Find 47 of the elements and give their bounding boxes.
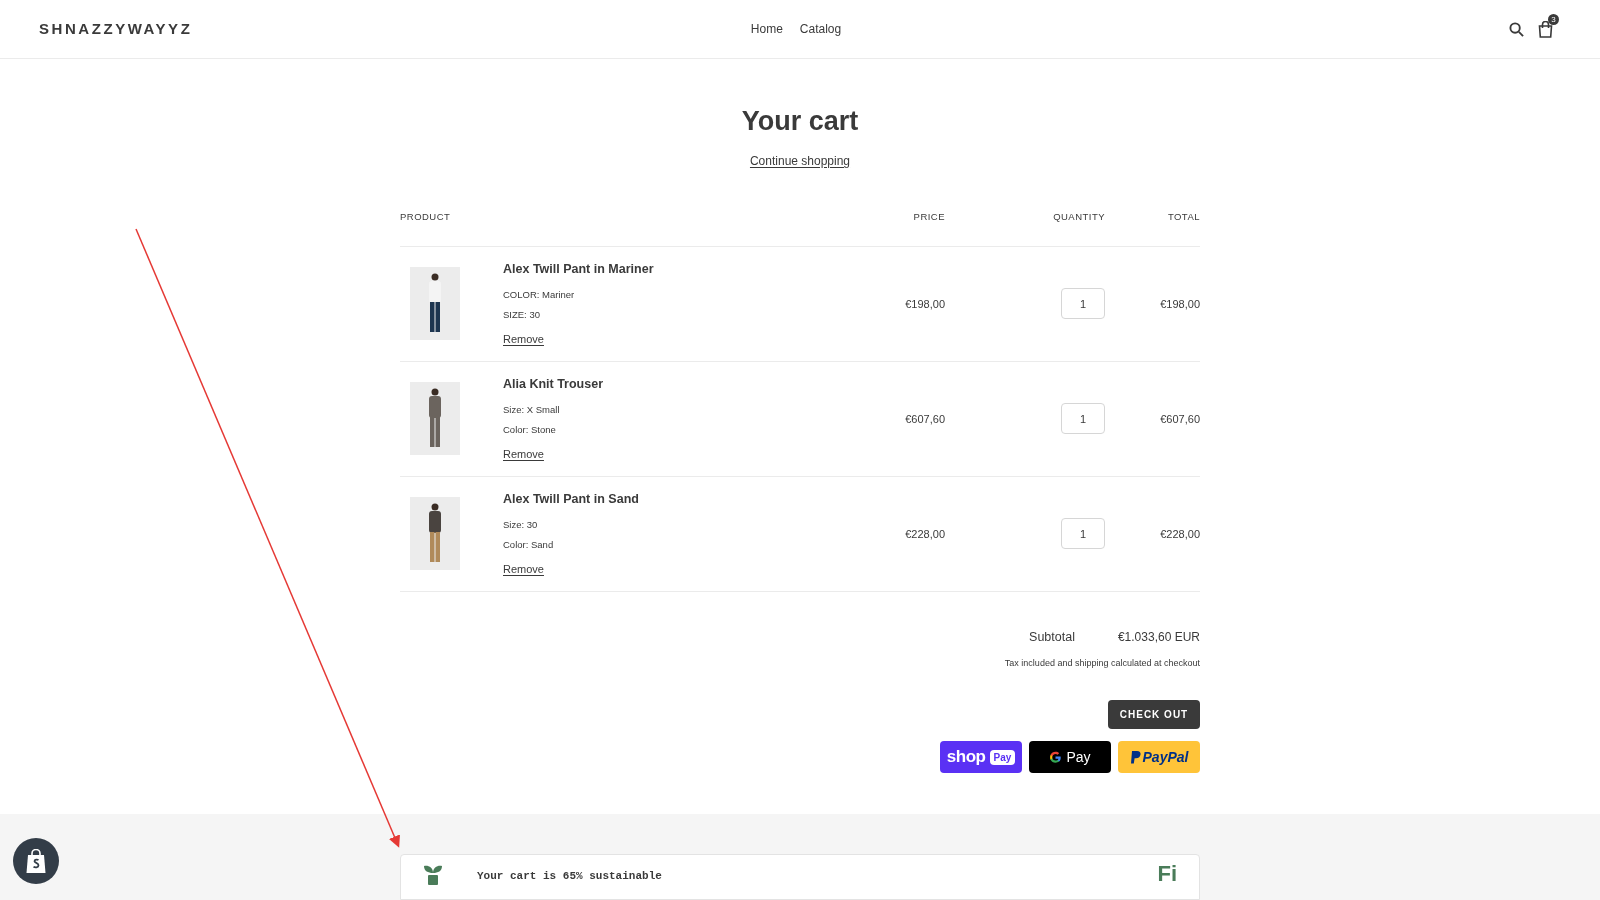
subtotal-label: Subtotal bbox=[1029, 628, 1075, 646]
quantity-field[interactable]: 1 bbox=[1061, 518, 1105, 550]
store-logo[interactable]: SHNAZZYWAYYZ bbox=[39, 20, 193, 37]
shop-pay-button[interactable]: shop Pay bbox=[940, 741, 1022, 773]
product-name[interactable]: Alex Twill Pant in Sand bbox=[503, 490, 825, 510]
continue-shopping-link[interactable]: Continue shopping bbox=[749, 151, 851, 170]
sprout-icon bbox=[423, 863, 443, 885]
product-option: SIZE: 30 bbox=[503, 308, 825, 323]
checkout-button[interactable]: CHECK OUT bbox=[1108, 700, 1200, 729]
product-option: COLOR: Mariner bbox=[503, 288, 825, 303]
remove-link[interactable]: Remove bbox=[503, 330, 544, 348]
g-icon bbox=[1049, 750, 1063, 764]
quantity-field[interactable]: 1 bbox=[1061, 288, 1105, 320]
column-header: TOTAL bbox=[1166, 209, 1200, 224]
column-header: PRODUCT bbox=[400, 209, 452, 224]
total-cell-text: €607,60 bbox=[1159, 411, 1200, 427]
shopping-bag-icon bbox=[25, 848, 47, 874]
search-icon[interactable] bbox=[1509, 21, 1524, 37]
nav-link[interactable]: Catalog bbox=[799, 20, 842, 38]
remove-link[interactable]: Remove bbox=[503, 560, 544, 578]
total-cell-text: €228,00 bbox=[1159, 526, 1200, 542]
remove-link[interactable]: Remove bbox=[503, 445, 544, 463]
google-pay-button[interactable]: Pay bbox=[1029, 741, 1111, 773]
page-title: Your cart bbox=[740, 105, 860, 138]
product-option: Size: 30 bbox=[503, 518, 825, 533]
tax-note: Tax included and shipping calculated at checkout bbox=[1004, 656, 1200, 670]
column-header: QUANTITY bbox=[1052, 209, 1105, 224]
sustainability-message: Your cart is 65% sustainable bbox=[477, 869, 662, 884]
subtotal-value: €1.033,60 EUR bbox=[1117, 629, 1200, 647]
quantity-field[interactable]: 1 bbox=[1061, 403, 1105, 435]
nav-link[interactable]: Home bbox=[750, 20, 783, 38]
product-option: Size: X Small bbox=[503, 403, 825, 418]
product-name[interactable]: Alex Twill Pant in Mariner bbox=[503, 260, 825, 280]
total-cell-text: €198,00 bbox=[1159, 296, 1200, 312]
product-option: Color: Stone bbox=[503, 423, 825, 438]
cart-count-badge: 3 bbox=[1548, 13, 1559, 25]
product-option: Color: Sand bbox=[503, 538, 825, 553]
price-cell-text: €607,60 bbox=[904, 411, 945, 427]
shopping-bag-icon[interactable] bbox=[1538, 20, 1553, 38]
paypal-button[interactable]: PayPal bbox=[1118, 741, 1200, 773]
column-header: PRICE bbox=[912, 209, 945, 224]
p-icon bbox=[1129, 750, 1141, 764]
shopify-bag-button[interactable] bbox=[13, 838, 59, 884]
price-cell-text: €228,00 bbox=[904, 526, 945, 542]
fi-logo: Fi bbox=[1157, 863, 1177, 885]
product-name[interactable]: Alia Knit Trouser bbox=[503, 375, 825, 395]
price-cell-text: €198,00 bbox=[904, 296, 945, 312]
